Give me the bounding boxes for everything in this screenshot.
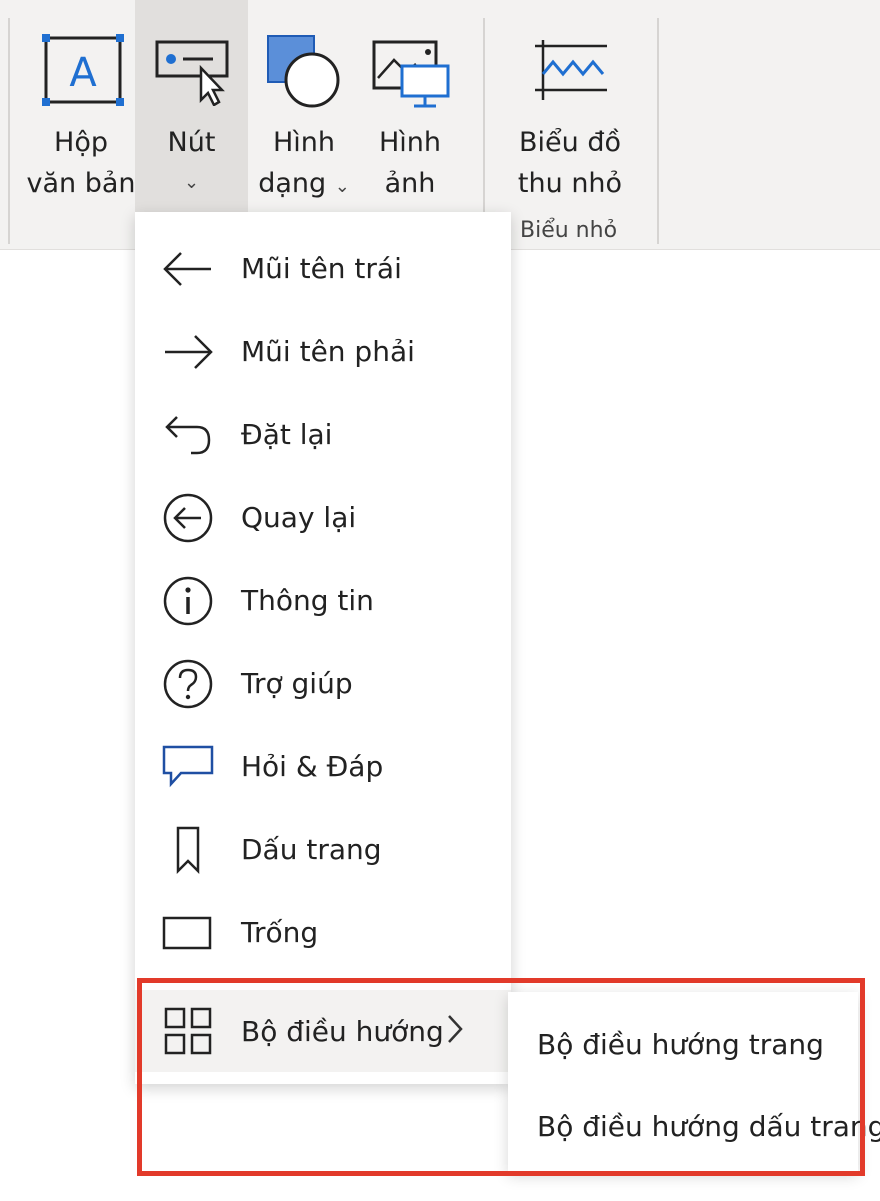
chevron-right-icon xyxy=(445,1012,465,1050)
navigator-submenu: Bộ điều hướng trang Bộ điều hướng dấu tr… xyxy=(508,992,880,1172)
submenu-item-label: Bộ điều hướng dấu trang xyxy=(537,1110,880,1143)
textbox-label-line2: văn bản xyxy=(26,168,136,199)
menu-item-help[interactable]: Trợ giúp xyxy=(135,642,511,725)
image-button[interactable]: Hình ảnh xyxy=(360,0,460,212)
chevron-down-icon: ⌄ xyxy=(334,176,350,197)
textbox-button[interactable]: A Hộp văn bản xyxy=(22,0,140,212)
group-label-sparklines: Biểu nhỏ xyxy=(520,218,618,243)
menu-item-label: Mũi tên phải xyxy=(241,335,415,368)
menu-item-reset[interactable]: Đặt lại xyxy=(135,393,511,476)
shapes-icon xyxy=(266,34,342,110)
menu-item-label: Thông tin xyxy=(241,584,374,617)
shapes-label-line2: dạng ⌄ xyxy=(250,163,358,208)
menu-item-navigator[interactable]: Bộ điều hướng xyxy=(135,990,511,1072)
submenu-item-page-navigator[interactable]: Bộ điều hướng trang xyxy=(508,1006,858,1088)
info-icon xyxy=(161,574,215,628)
ribbon-separator xyxy=(8,18,10,244)
menu-item-label: Trống xyxy=(241,916,319,949)
menu-item-blank[interactable]: Trống xyxy=(135,891,511,974)
menu-item-label: Quay lại xyxy=(241,501,357,534)
bookmark-icon xyxy=(161,823,215,877)
textbox-label-line1: Hộp xyxy=(54,127,108,158)
back-icon xyxy=(161,491,215,545)
arrow-left-icon xyxy=(161,242,215,296)
chevron-down-icon: ⌄ xyxy=(183,172,200,193)
submenu-item-label: Bộ điều hướng trang xyxy=(537,1028,824,1061)
menu-item-bookmark[interactable]: Dấu trang xyxy=(135,808,511,891)
image-label-line1: Hình xyxy=(378,127,442,158)
ribbon-separator xyxy=(657,18,659,244)
shapes-button[interactable]: Hình dạng ⌄ xyxy=(250,0,358,212)
menu-item-label: Dấu trang xyxy=(241,833,382,866)
menu-item-arrow-right[interactable]: Mũi tên phải xyxy=(135,310,511,393)
menu-item-label: Đặt lại xyxy=(241,418,333,451)
menu-item-label: Trợ giúp xyxy=(241,667,353,700)
menu-item-arrow-left[interactable]: Mũi tên trái xyxy=(135,227,511,310)
sparkline-button[interactable]: Biểu đồ thu nhỏ xyxy=(505,0,635,212)
menu-item-qna[interactable]: Hỏi & Đáp xyxy=(135,725,511,808)
button-icon xyxy=(155,34,231,107)
submenu-item-bookmark-navigator[interactable]: Bộ điều hướng dấu trang xyxy=(508,1088,880,1170)
navigator-icon xyxy=(161,1004,215,1058)
qna-icon xyxy=(161,740,215,794)
ribbon-separator xyxy=(483,18,485,244)
menu-item-label: Hỏi & Đáp xyxy=(241,750,384,783)
menu-item-back[interactable]: Quay lại xyxy=(135,476,511,559)
menu-item-label: Mũi tên trái xyxy=(241,252,402,285)
textbox-icon: A xyxy=(42,34,124,106)
shapes-label-line1: Hình xyxy=(272,127,336,158)
sparkline-label-line1: Biểu đồ xyxy=(519,127,621,158)
svg-text:A: A xyxy=(69,50,97,96)
menu-item-label: Bộ điều hướng xyxy=(241,1014,444,1048)
button-dropdown-menu: Mũi tên trái Mũi tên phải Đặt lại Quay l… xyxy=(135,212,511,1084)
image-icon xyxy=(372,34,452,110)
button-label: Nút xyxy=(167,127,216,158)
sparkline-label-line2: thu nhỏ xyxy=(517,168,623,199)
image-label-line2: ảnh xyxy=(384,168,436,199)
shapes-label-text: dạng xyxy=(258,168,327,199)
arrow-right-icon xyxy=(161,325,215,379)
menu-item-info[interactable]: Thông tin xyxy=(135,559,511,642)
blank-icon xyxy=(161,906,215,960)
reset-icon xyxy=(161,408,215,462)
help-icon xyxy=(161,657,215,711)
button-dropdown[interactable]: Nút ⌄ xyxy=(135,0,248,212)
sparkline-icon xyxy=(533,40,609,104)
